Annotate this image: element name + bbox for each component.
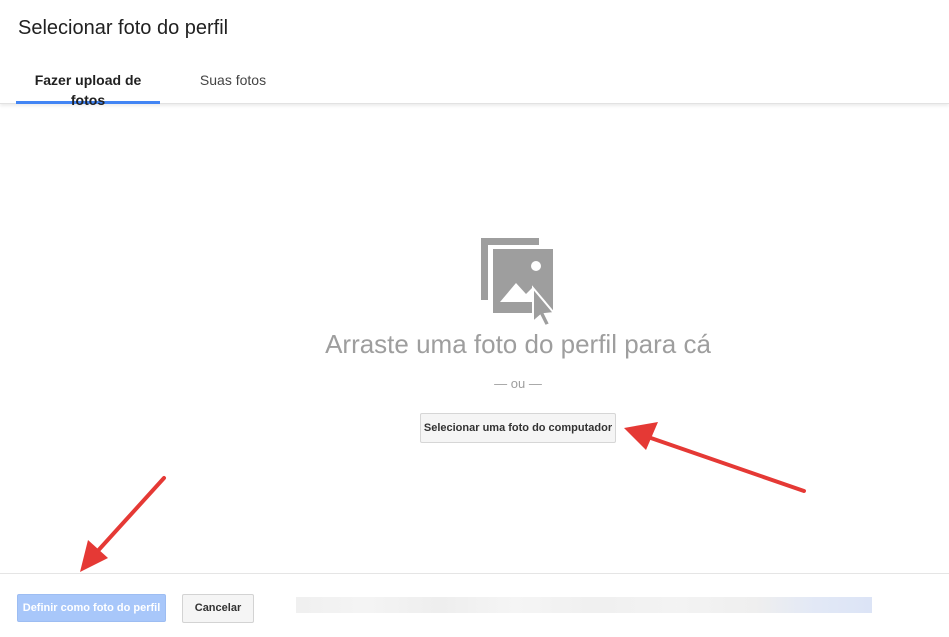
set-profile-photo-button[interactable]: Definir como foto do perfil (17, 594, 166, 622)
select-from-computer-button[interactable]: Selecionar uma foto do computador (420, 413, 616, 443)
blurred-content (296, 597, 872, 613)
dialog-header: Selecionar foto do perfil Fazer upload d… (0, 0, 949, 108)
drop-instructions: Arraste uma foto do perfil para cá (325, 329, 711, 359)
or-separator: — ou — (494, 376, 542, 391)
annotation-arrow-icon (624, 422, 806, 493)
dialog-title: Selecionar foto do perfil (18, 17, 229, 39)
image-upload-icon (481, 238, 556, 326)
tab-upload-photos[interactable]: Fazer upload de fotos (16, 68, 160, 108)
footer-divider (0, 573, 949, 574)
tab-your-photos[interactable]: Suas fotos (190, 68, 276, 104)
annotation-arrow-icon (80, 476, 166, 572)
cancel-button[interactable]: Cancelar (182, 594, 254, 623)
